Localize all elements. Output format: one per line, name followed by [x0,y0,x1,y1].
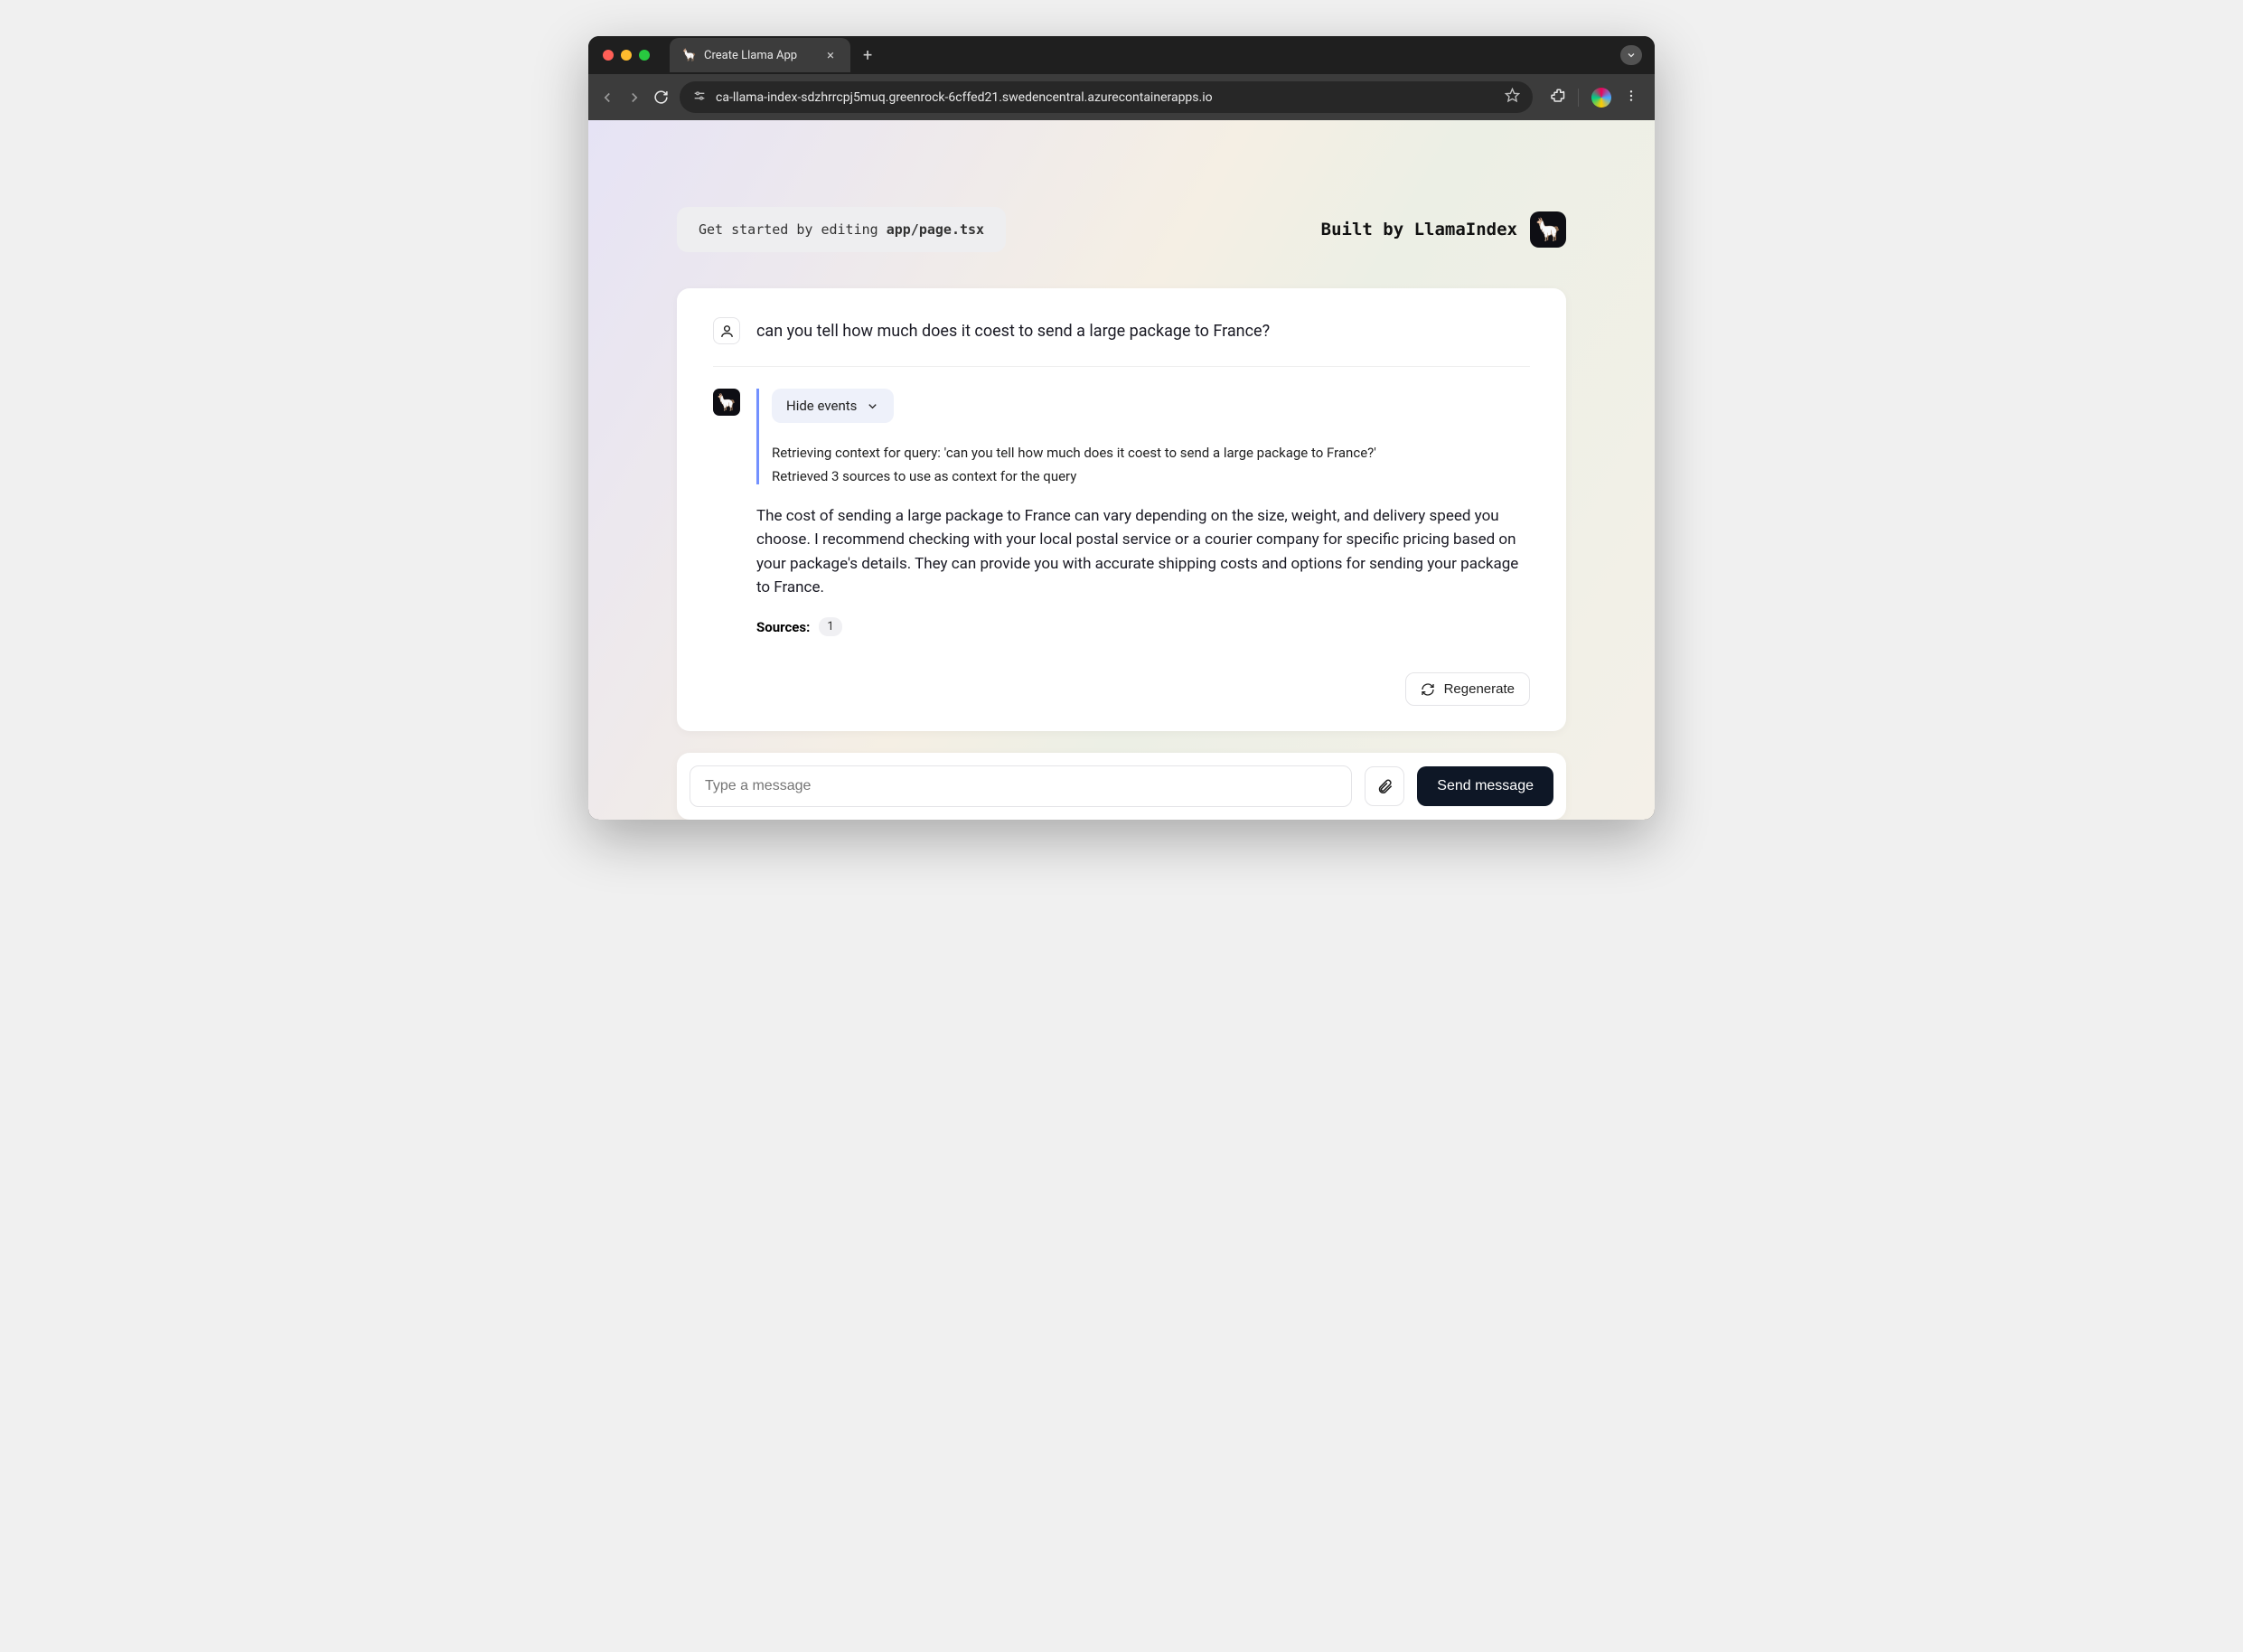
source-badge[interactable]: 1 [819,617,841,636]
close-window-button[interactable] [603,50,614,61]
event-line: Retrieved 3 sources to use as context fo… [772,468,1530,484]
sources-label: Sources: [756,619,810,635]
bookmark-star-icon[interactable] [1505,88,1520,107]
forward-button[interactable] [626,89,643,106]
send-button[interactable]: Send message [1417,766,1553,806]
assistant-answer-text: The cost of sending a large package to F… [756,504,1530,599]
events-block: Hide events Retrieving context for query… [756,389,1530,484]
get-started-file: app/page.tsx [887,221,984,238]
paperclip-icon [1376,778,1394,795]
titlebar: 🦙 Create Llama App × + [588,36,1655,74]
site-settings-icon[interactable] [692,89,707,107]
page-content: Get started by editing app/page.tsx Buil… [588,120,1655,820]
chat-card: can you tell how much does it coest to s… [677,288,1566,731]
browser-menu-button[interactable] [1624,89,1638,107]
close-tab-button[interactable]: × [823,47,838,63]
user-message-text: can you tell how much does it coest to s… [756,322,1270,341]
regenerate-label: Regenerate [1444,681,1515,697]
tab-favicon-icon: 🦙 [682,48,697,62]
browser-toolbar: ca-llama-index-sdzhrrcpj5muq.greenrock-6… [588,74,1655,120]
send-label: Send message [1437,778,1534,793]
get-started-hint: Get started by editing app/page.tsx [677,207,1006,252]
browser-tab[interactable]: 🦙 Create Llama App × [670,38,850,72]
llama-logo-icon: 🦙 [1530,211,1566,248]
maximize-window-button[interactable] [639,50,650,61]
profile-avatar[interactable] [1591,88,1611,108]
extensions-icon[interactable] [1549,88,1565,108]
built-by-label: Built by LlamaIndex [1321,220,1517,239]
window-controls [588,50,664,61]
minimize-window-button[interactable] [621,50,632,61]
chevron-down-icon [866,399,879,413]
tabs-dropdown-button[interactable] [1620,45,1642,65]
user-avatar-icon [713,317,740,344]
assistant-message-row: 🦙 Hide events Retrieving context for que… [713,367,1530,706]
event-line: Retrieving context for query: 'can you t… [772,445,1530,461]
sources-row: Sources: 1 [756,617,1530,636]
url-text: ca-llama-index-sdzhrrcpj5muq.greenrock-6… [716,90,1213,105]
composer: Send message [677,753,1566,820]
address-bar[interactable]: ca-llama-index-sdzhrrcpj5muq.greenrock-6… [680,81,1533,113]
get-started-prefix: Get started by editing [699,221,887,238]
user-message-row: can you tell how much does it coest to s… [713,317,1530,367]
regenerate-button[interactable]: Regenerate [1405,672,1530,706]
built-by-badge: Built by LlamaIndex 🦙 [1321,211,1566,248]
assistant-avatar-icon: 🦙 [713,389,740,416]
new-tab-button[interactable]: + [850,46,885,65]
refresh-icon [1421,682,1435,697]
reload-button[interactable] [653,89,669,105]
hide-events-toggle[interactable]: Hide events [772,389,894,423]
hide-events-label: Hide events [786,398,857,414]
browser-window: 🦙 Create Llama App × + ca-llama-index-sd… [588,36,1655,820]
tab-title: Create Llama App [704,49,797,62]
back-button[interactable] [599,89,615,106]
attach-button[interactable] [1365,766,1404,806]
toolbar-divider [1578,89,1579,107]
message-input[interactable] [690,765,1352,807]
